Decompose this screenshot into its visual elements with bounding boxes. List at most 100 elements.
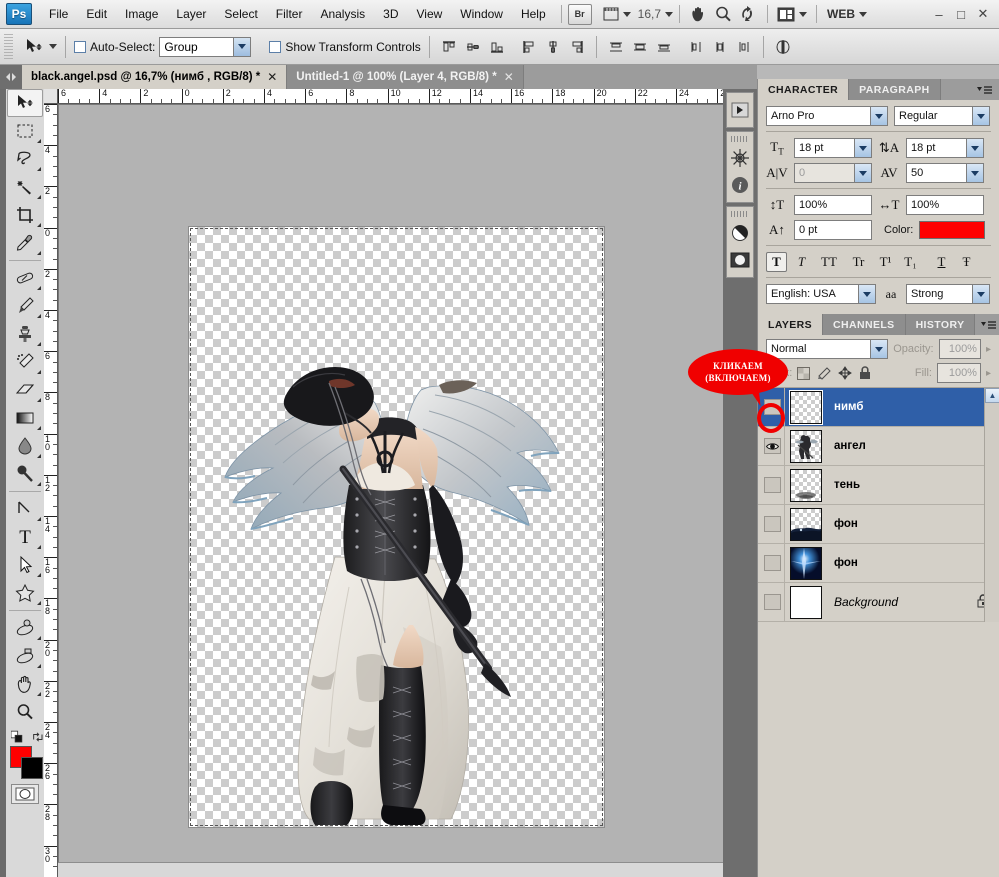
tool-lasso[interactable]: [7, 145, 43, 173]
all-caps-button[interactable]: TT: [816, 252, 842, 272]
options-bar-grip[interactable]: [4, 33, 13, 60]
quick-mask-mode-button[interactable]: [11, 784, 39, 804]
zoom-level-display[interactable]: 16,7: [634, 7, 665, 21]
tool-3d-rotate[interactable]: [7, 614, 43, 642]
menu-edit[interactable]: Edit: [77, 4, 116, 24]
leading-field[interactable]: 18 pt: [906, 138, 984, 158]
strikethrough-button[interactable]: Ŧ: [956, 252, 977, 272]
auto-align-layers-button[interactable]: [772, 36, 794, 58]
rotate-view-tool-button[interactable]: [736, 3, 761, 25]
document-tab-untitled-1[interactable]: Untitled-1 @ 100% (Layer 4, RGB/8) * ✕: [287, 65, 524, 89]
eye-off-placeholder[interactable]: [763, 555, 781, 571]
faux-bold-button[interactable]: T: [766, 252, 787, 272]
layer-row[interactable]: фон: [758, 543, 999, 583]
layer-name[interactable]: Background: [834, 595, 898, 609]
view-extras-button[interactable]: [600, 3, 634, 25]
auto-select-checkbox[interactable]: [74, 40, 86, 53]
masks-panel-icon[interactable]: [727, 247, 753, 273]
language-dropdown[interactable]: English: USA: [766, 284, 876, 304]
tab-paragraph[interactable]: PARAGRAPH: [849, 79, 941, 100]
distribute-vertical-centers-button[interactable]: [629, 36, 651, 58]
tool-horizontal-type[interactable]: T: [7, 523, 43, 551]
zoom-level-caret-icon[interactable]: [665, 11, 674, 17]
distribute-horizontal-centers-button[interactable]: [709, 36, 731, 58]
eye-off-placeholder[interactable]: [763, 477, 781, 493]
menu-view[interactable]: View: [407, 4, 451, 24]
layers-panel-menu-icon[interactable]: [975, 314, 999, 335]
dock-grip-dots[interactable]: [731, 211, 749, 217]
canvas-page[interactable]: [189, 227, 604, 827]
3d-panel-icon[interactable]: [727, 145, 753, 171]
tab-history[interactable]: HISTORY: [905, 314, 976, 335]
workspace-switcher[interactable]: WEB: [823, 7, 859, 21]
launch-bridge-button[interactable]: Br: [567, 3, 592, 25]
tool-dodge[interactable]: [7, 460, 43, 488]
info-panel-icon[interactable]: i: [727, 172, 753, 198]
character-panel-menu-icon[interactable]: [971, 79, 999, 100]
layer-row[interactable]: нимб: [758, 387, 999, 427]
document-tab-black-angel[interactable]: black.angel.psd @ 16,7% (нимб , RGB/8) *…: [22, 65, 288, 89]
minimize-button[interactable]: –: [928, 4, 950, 24]
menu-layer[interactable]: Layer: [167, 4, 215, 24]
expand-panels-icon[interactable]: [727, 97, 753, 123]
menu-file[interactable]: File: [40, 4, 77, 24]
menu-image[interactable]: Image: [116, 4, 167, 24]
tool-eraser[interactable]: [7, 376, 43, 404]
layer-visibility-toggle[interactable]: [760, 504, 785, 544]
tab-layers[interactable]: LAYERS: [758, 314, 824, 335]
close-button[interactable]: ✕: [972, 4, 994, 24]
fill-scrubber-icon[interactable]: ▸: [986, 368, 991, 379]
lock-image-pixels-icon[interactable]: [817, 366, 832, 380]
tool-zoom[interactable]: [7, 698, 43, 726]
tab-bar-grip[interactable]: [0, 65, 22, 89]
layer-row[interactable]: фон: [758, 504, 999, 544]
layer-row[interactable]: ангел: [758, 426, 999, 466]
layer-row[interactable]: тень: [758, 465, 999, 505]
layer-thumbnail[interactable]: [790, 546, 822, 580]
tool-move[interactable]: [7, 89, 43, 117]
tracking-field[interactable]: 50: [906, 163, 984, 183]
default-colors-icon[interactable]: [11, 730, 24, 744]
tab-character[interactable]: CHARACTER: [758, 79, 850, 100]
workspace-caret-icon[interactable]: [859, 11, 868, 17]
font-family-dropdown[interactable]: Arno Pro: [766, 106, 888, 126]
canvas-viewport[interactable]: [59, 105, 742, 863]
layer-row[interactable]: Background: [758, 582, 999, 622]
text-color-swatch[interactable]: [919, 221, 986, 239]
layer-name[interactable]: фон: [834, 557, 858, 569]
layer-thumbnail[interactable]: [790, 507, 822, 541]
font-size-field[interactable]: 18 pt: [794, 138, 872, 158]
auto-select-scope-dropdown[interactable]: Group: [159, 36, 252, 57]
align-vertical-centers-button[interactable]: [462, 36, 484, 58]
layers-scrollbar[interactable]: ▲: [984, 388, 999, 622]
hand-tool-button[interactable]: [686, 3, 711, 25]
tool-rectangular-marquee[interactable]: [7, 117, 43, 145]
lock-transparent-pixels-icon[interactable]: [797, 366, 811, 380]
layer-visibility-toggle[interactable]: [760, 543, 785, 583]
layer-visibility-toggle[interactable]: [760, 582, 785, 622]
document-tab-close-icon[interactable]: ✕: [267, 70, 277, 84]
vertical-scale-field[interactable]: 100%: [794, 195, 872, 215]
small-caps-button[interactable]: Tr: [846, 252, 871, 272]
zoom-tool-button[interactable]: [711, 3, 736, 25]
lock-position-icon[interactable]: [838, 366, 853, 380]
tab-channels[interactable]: CHANNELS: [823, 314, 906, 335]
tool-gradient[interactable]: [7, 404, 43, 432]
canvas-horizontal-scrollbar[interactable]: [58, 862, 742, 877]
document-tab-close-icon[interactable]: ✕: [504, 70, 514, 84]
layer-name[interactable]: фон: [834, 518, 858, 530]
menu-analysis[interactable]: Analysis: [311, 4, 374, 24]
tool-clone-stamp[interactable]: [7, 320, 43, 348]
tool-brush[interactable]: [7, 292, 43, 320]
tool-preset-caret-icon[interactable]: [49, 44, 57, 49]
align-right-edges-button[interactable]: [566, 36, 588, 58]
align-left-edges-button[interactable]: [518, 36, 540, 58]
lock-all-icon[interactable]: [859, 366, 871, 380]
menu-select[interactable]: Select: [215, 4, 266, 24]
menu-window[interactable]: Window: [451, 4, 512, 24]
eye-icon[interactable]: [763, 438, 781, 454]
distribute-right-edges-button[interactable]: [733, 36, 755, 58]
font-style-dropdown[interactable]: Regular: [894, 106, 990, 126]
menu-help[interactable]: Help: [512, 4, 555, 24]
fill-field[interactable]: 100%: [936, 363, 981, 383]
